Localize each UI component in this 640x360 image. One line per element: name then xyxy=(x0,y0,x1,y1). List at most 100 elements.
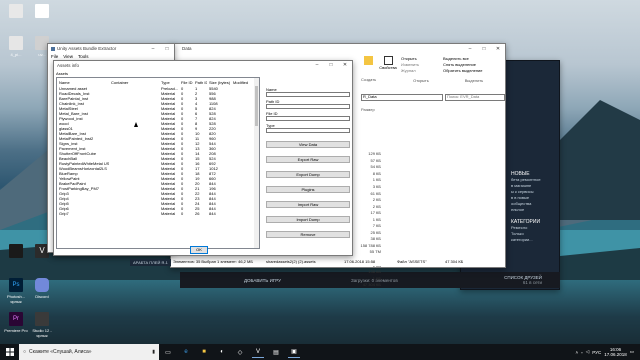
close-icon[interactable]: ✕ xyxy=(491,46,505,52)
desktop-icon-label: Discord xyxy=(35,294,49,299)
steam-menu-text: АРАБТА ПЛЕЙ Я-1 xyxy=(130,259,171,266)
minimize-icon[interactable]: – xyxy=(310,62,324,68)
column-header[interactable]: File ID xyxy=(179,78,193,86)
file-icon xyxy=(9,4,23,18)
edge-icon[interactable]: e xyxy=(180,346,192,358)
scrollbar-thumb[interactable] xyxy=(255,86,258,126)
desktop-icon-discord[interactable]: Discord xyxy=(30,278,54,299)
create-group-label: Создать xyxy=(361,77,377,82)
microphone-icon[interactable]: ▮ xyxy=(152,349,155,355)
desktop-icon-studio[interactable]: Studio 12 - ярлык xyxy=(30,312,54,338)
unity-taskbar-icon[interactable]: ◇ xyxy=(234,346,246,358)
column-header[interactable]: Name xyxy=(57,78,109,86)
uabe-title: Unity Assets Bundle Extractor xyxy=(57,46,117,51)
file-id-field[interactable] xyxy=(266,116,350,121)
search-input[interactable]: Поиск: EVR_Data xyxy=(445,94,505,101)
minimize-icon[interactable]: – xyxy=(146,46,160,52)
desktop-icon-3[interactable]: 4_pi... xyxy=(4,36,28,57)
premiere-icon: Pr xyxy=(9,312,23,326)
search-icon: ○ xyxy=(23,349,27,355)
friends-list-button[interactable]: СПИСОК ДРУЗЕЙ 61 в сети xyxy=(504,275,542,285)
task-view-icon[interactable]: ▭ xyxy=(162,346,174,358)
menu-file[interactable]: File xyxy=(51,54,58,59)
remove-button[interactable]: Remove xyxy=(266,231,350,238)
windows-logo-icon xyxy=(6,348,14,356)
menu-view[interactable]: View xyxy=(63,54,73,59)
add-game-button[interactable]: ДОБАВИТЬ ИГРУ xyxy=(244,278,281,283)
tray-chevron-icon[interactable]: ˄ xyxy=(575,350,578,355)
column-header[interactable]: Type xyxy=(159,78,179,86)
maximize-icon[interactable]: □ xyxy=(477,46,491,52)
type-field[interactable] xyxy=(266,128,350,133)
steam-taskbar-icon[interactable]: ◐ xyxy=(216,346,228,358)
photoshop-icon: Ps xyxy=(9,278,23,292)
ok-button[interactable]: OK xyxy=(190,246,208,254)
desktop-icon-1[interactable] xyxy=(4,4,28,20)
volume-icon[interactable]: ◁ xyxy=(586,349,589,355)
plugins-button[interactable]: Plugins xyxy=(266,186,350,193)
desktop-icon-unity[interactable] xyxy=(4,244,28,260)
breadcrumb[interactable]: R_Data xyxy=(361,94,443,101)
desktop-icon-label: Studio 12 - ярлык xyxy=(32,328,52,338)
file-explorer-icon[interactable]: ■ xyxy=(198,346,210,358)
status-file[interactable]: sharedassets2(2) (2).assets xyxy=(266,259,336,264)
status-size: 47 304 КБ xyxy=(445,258,464,264)
search-placeholder: Скажите «Слушай, Алиса» xyxy=(29,349,92,355)
menu-tools[interactable]: Tools xyxy=(78,54,89,59)
explorer-titlebar: Data – □ ✕ xyxy=(171,44,505,53)
desktop-icon-2[interactable] xyxy=(30,4,54,20)
start-button[interactable] xyxy=(4,346,16,358)
language-indicator[interactable]: РУС xyxy=(592,350,601,355)
column-header[interactable]: Modified xyxy=(231,78,255,86)
import-raw-button[interactable]: Import Raw xyxy=(266,201,350,208)
column-header[interactable]: Container xyxy=(109,78,159,86)
network-icon[interactable]: ▫ xyxy=(581,350,583,355)
export-raw-button[interactable]: Export Raw xyxy=(266,156,350,163)
assets-list[interactable]: Name Container Type File ID Path ID Size… xyxy=(56,77,260,249)
desktop-icon-photoshop[interactable]: Ps Photosh... ярлык xyxy=(4,278,28,304)
explorer-title: Data xyxy=(182,46,192,51)
taskbar-search[interactable]: ○ Скажите «Слушай, Алиса» ▮ xyxy=(19,344,159,360)
friends-online-count: 61 в сети xyxy=(522,280,542,285)
desktop-icon-label: uv... xyxy=(38,52,46,57)
table-cell: 26 xyxy=(195,211,200,216)
export-dump-button[interactable]: Export Dump xyxy=(266,171,350,178)
properties-label: Свойства xyxy=(379,65,397,70)
assets-info-dialog: Assets info – □ ✕ Assets Name Container … xyxy=(53,60,353,256)
column-header[interactable]: Path ID xyxy=(193,78,207,86)
properties-button[interactable]: Свойства xyxy=(379,56,397,70)
vertical-scrollbar[interactable] xyxy=(254,78,259,248)
desktop-icon-premiere[interactable]: Pr Premiere Pro xyxy=(4,312,28,333)
invert-selection-button[interactable]: Обратить выделение xyxy=(443,68,505,74)
assets-info-titlebar: Assets info – □ ✕ xyxy=(54,61,352,69)
image-file-icon xyxy=(9,36,23,50)
table-row[interactable]: Grip7 Material 0 26 844 xyxy=(57,211,255,216)
table-cell: 0 xyxy=(181,211,184,216)
explorer-ribbon: Создать Свойства Открыть Изменить Журнал… xyxy=(361,56,506,88)
import-dump-button[interactable]: Import Dump xyxy=(266,216,350,223)
desktop-icon-label: Premiere Pro xyxy=(4,328,28,333)
clock[interactable]: 16:06 17.06.2018 xyxy=(604,347,627,357)
app-icon xyxy=(51,46,55,51)
history-button[interactable]: Журнал xyxy=(401,68,441,74)
app-taskbar-icon[interactable]: ▤ xyxy=(270,346,282,358)
system-tray: ˄ ▫ ◁ РУС 16:06 17.06.2018 ▭ xyxy=(575,347,640,357)
close-icon[interactable]: ✕ xyxy=(338,62,352,68)
maximize-icon[interactable]: □ xyxy=(160,46,174,52)
clock-date: 17.06.2018 xyxy=(604,352,627,357)
view-data-button[interactable]: View Data xyxy=(266,141,350,148)
new-folder-button[interactable]: Создать xyxy=(361,56,377,82)
path-id-field[interactable] xyxy=(266,104,350,109)
uabe-taskbar-icon[interactable]: ▣ xyxy=(288,346,300,358)
column-header[interactable]: Size (bytes) xyxy=(207,78,231,86)
window-controls: – □ ✕ xyxy=(310,62,352,68)
name-field[interactable] xyxy=(266,92,350,97)
table-cell: 844 xyxy=(209,211,216,216)
maximize-icon[interactable]: □ xyxy=(324,62,338,68)
minimize-icon[interactable]: – xyxy=(463,46,477,52)
steam-side-item[interactable]: категории... xyxy=(511,237,559,243)
explorer-address-row: R_Data Поиск: EVR_Data xyxy=(361,94,505,102)
notifications-icon[interactable]: ▭ xyxy=(630,349,634,355)
steam-side-item[interactable]: ельное xyxy=(511,207,559,213)
vegas-taskbar-icon[interactable]: V xyxy=(252,346,264,358)
